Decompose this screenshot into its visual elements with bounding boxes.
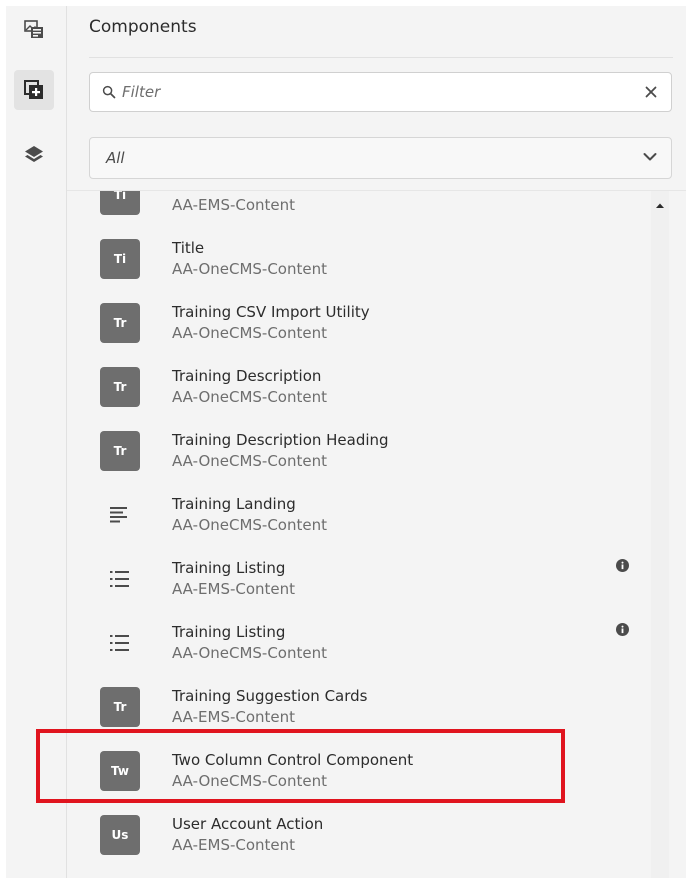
divider (89, 57, 673, 58)
component-item[interactable]: Ti AA-EMS-Content (67, 191, 647, 225)
scrollbar[interactable] (651, 191, 669, 878)
component-group: AA-OneCMS-Content (172, 516, 327, 534)
component-badge: Tr (100, 367, 140, 407)
component-item[interactable]: Tr Training Description Heading AA-OneCMS-… (67, 417, 647, 481)
component-group: AA-EMS-Content (172, 196, 296, 214)
component-name: Training CSV Import Utility (172, 303, 370, 321)
asset-finder-tab[interactable] (14, 9, 54, 49)
component-badge: Tr (100, 303, 140, 343)
filter-input[interactable] (122, 81, 622, 103)
group-select[interactable]: All (89, 137, 672, 179)
component-name: Two Column Control Component (172, 751, 414, 769)
content-tree-tab[interactable] (14, 135, 54, 175)
component-group: AA-OneCMS-Content (172, 388, 327, 406)
component-item[interactable]: Training Listing AA-OneCMS-Content (67, 609, 647, 673)
info-icon[interactable] (616, 557, 629, 572)
sidepanel-tab-rail (6, 6, 67, 878)
component-badge: Us (100, 815, 140, 855)
component-item[interactable]: Tr Training Description AA-OneCMS-Content (67, 353, 647, 417)
component-badge: Tw (100, 751, 140, 791)
bulleted-list-icon (108, 567, 132, 591)
components-panel: Components All TiAA-EMS-ContentTiTitleA (67, 6, 686, 878)
search-icon (102, 85, 116, 99)
component-group: AA-OneCMS-Content (172, 452, 327, 470)
component-group: AA-OneCMS-Content (172, 644, 327, 662)
component-item[interactable]: Training Listing AA-EMS-Content (67, 545, 647, 609)
component-name: Training Listing (172, 559, 286, 577)
component-list-items: Ti AA-EMS-Content Ti Title AA-OneCMS-Content… (67, 191, 647, 865)
component-group: AA-OneCMS-Content (172, 772, 327, 790)
components-tab[interactable] (14, 70, 54, 110)
component-item[interactable]: Training Landing AA-OneCMS-Content (67, 481, 647, 545)
close-icon (645, 86, 657, 98)
sidepanel: Components All TiAA-EMS-ContentTiTitleA (6, 6, 686, 878)
component-name: Training Description Heading (172, 431, 389, 449)
component-badge: Tr (100, 431, 140, 471)
component-name: Training Suggestion Cards (172, 687, 368, 705)
group-select-value: All (106, 149, 125, 167)
component-item[interactable]: Tr Training Suggestion Cards AA-EMS-Conten… (67, 673, 647, 737)
component-group: AA-OneCMS-Content (172, 324, 327, 342)
info-icon[interactable] (616, 621, 629, 636)
component-name: Training Description (172, 367, 322, 385)
scroll-up-arrow-icon[interactable] (655, 202, 665, 209)
bulleted-list-icon (108, 631, 132, 655)
layers-icon (25, 146, 43, 162)
components-icon (24, 80, 43, 99)
component-group: AA-OneCMS-Content (172, 260, 327, 278)
component-badge: Tr (100, 687, 140, 727)
component-group: AA-EMS-Content (172, 836, 296, 854)
filter-field[interactable] (89, 72, 672, 112)
component-item[interactable]: Tr Training CSV Import Utility AA-OneCMS-C… (67, 289, 647, 353)
component-name: User Account Action (172, 815, 324, 833)
component-list[interactable]: Ti AA-EMS-Content Ti Title AA-OneCMS-Content… (67, 190, 686, 878)
component-item[interactable]: Ti Title AA-OneCMS-Content (67, 225, 647, 289)
clear-filter-button[interactable] (643, 84, 659, 100)
chevron-down-icon (643, 153, 657, 161)
panel-title: Components (89, 17, 197, 37)
component-name: Title (172, 239, 205, 257)
component-name: Training Listing (172, 623, 286, 641)
asset-finder-icon (24, 20, 43, 38)
component-name: Training Landing (172, 495, 296, 513)
text-align-icon (108, 503, 132, 527)
component-item[interactable]: Us User Account Action AA-EMS-Content (67, 801, 647, 865)
component-item[interactable]: Tw Two Column Control Component AA-OneCMS-… (67, 737, 647, 801)
component-badge: Ti (100, 239, 140, 279)
component-group: AA-EMS-Content (172, 708, 296, 726)
component-badge: Ti (100, 191, 140, 215)
component-group: AA-EMS-Content (172, 580, 296, 598)
